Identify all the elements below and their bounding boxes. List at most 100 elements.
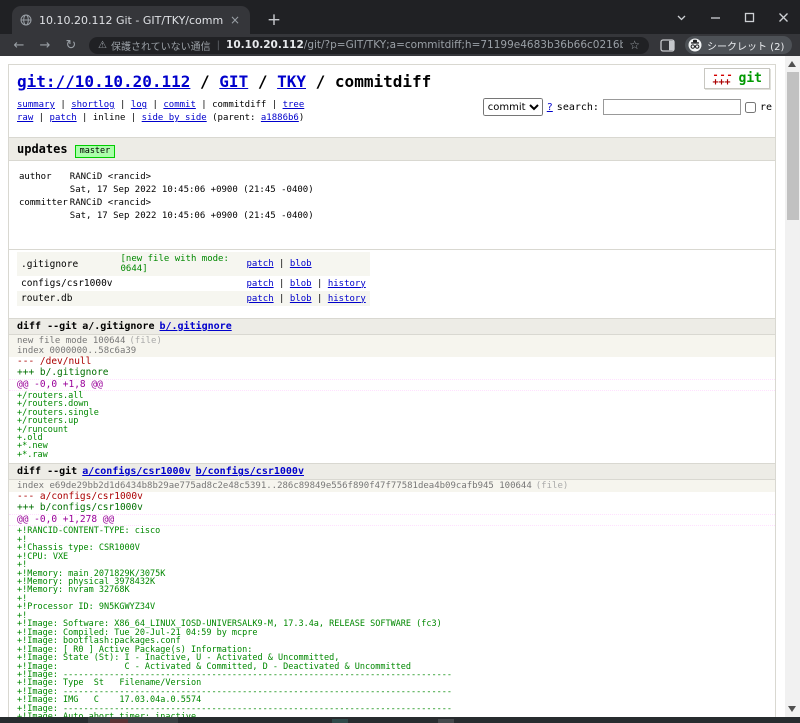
back-icon[interactable]: ← (6, 38, 32, 53)
file-links: patch | blob (243, 252, 370, 276)
diff-tree-table: .gitignore [new file with mode: 0644] pa… (17, 252, 370, 306)
file-name-link[interactable]: .gitignore (17, 252, 117, 276)
link-separator: | (312, 294, 328, 304)
file-history-link[interactable]: history (328, 279, 366, 289)
nav-raw[interactable]: raw (17, 113, 33, 123)
file-name-link[interactable]: router.db (17, 291, 117, 306)
meta-label (19, 185, 68, 196)
search-input[interactable] (603, 99, 741, 115)
new-tab-button[interactable]: + (262, 8, 286, 32)
tab-search-chevron-icon[interactable] (664, 0, 698, 34)
search-help-link[interactable]: ? (547, 101, 553, 114)
scrollbar-up-arrow-icon[interactable] (788, 61, 796, 67)
parent-suffix: ) (299, 113, 304, 123)
file-patch-link[interactable]: patch (247, 294, 274, 304)
bookmark-star-icon[interactable]: ☆ (629, 38, 640, 52)
page-navigation: summary | shortlog | log | commit | comm… (9, 95, 775, 131)
nav-summary[interactable]: summary (17, 100, 55, 110)
file-blob-link[interactable]: blob (290, 279, 312, 289)
gitweb-page: git://10.10.20.112 / GIT / TKY / commitd… (8, 64, 776, 717)
repo-root-link[interactable]: git://10.10.20.112 (17, 72, 190, 91)
address-bar[interactable]: ⚠ 保護されていない通信 | 10.10.20.112 /git/?p=GIT/… (89, 37, 649, 54)
diff-a-path-link[interactable]: a/configs/csr1000v (82, 466, 190, 477)
file-status: [new file with mode: 0644] (117, 252, 243, 276)
search-scope-select[interactable]: commit (483, 98, 543, 116)
branch-badge[interactable]: master (75, 145, 116, 158)
diff-a-path: a/.gitignore (82, 321, 154, 332)
nav-commit[interactable]: commit (163, 100, 196, 110)
tab-close-icon[interactable]: × (228, 13, 242, 27)
file-patch-link[interactable]: patch (247, 279, 274, 289)
window-maximize-button[interactable] (732, 0, 766, 34)
browser-menu-icon[interactable]: ⋮ (796, 38, 800, 53)
incognito-icon (688, 38, 702, 52)
not-secure-warning-icon[interactable]: ⚠ (98, 40, 107, 51)
diff-index-line: index 0000000..58c6a39 (17, 346, 767, 356)
diff-b-path-link[interactable]: b/configs/csr1000v (196, 466, 304, 477)
table-row: configs/csr1000v patch | blob | history (17, 276, 370, 291)
nav-tree[interactable]: tree (283, 100, 305, 110)
nav-separator: | (125, 113, 141, 123)
group-link[interactable]: GIT (219, 72, 248, 91)
file-name-link[interactable]: configs/csr1000v (17, 276, 117, 291)
incognito-badge[interactable]: シークレット (2) (685, 36, 792, 54)
page-action: commitdiff (335, 72, 431, 91)
nav-patch[interactable]: patch (50, 113, 77, 123)
commit-meta-table: authorRANCiD <rancid> Sat, 17 Sep 2022 1… (9, 161, 324, 234)
table-row: .gitignore [new file with mode: 0644] pa… (17, 252, 370, 276)
diff-cmd: diff --git (17, 466, 77, 477)
link-separator: | (312, 279, 328, 289)
diff-to-file: +++ b/configs/csr1000v (9, 503, 775, 514)
project-link[interactable]: TKY (277, 72, 306, 91)
tab-strip: 10.10.20.112 Git - GIT/TKY/comm × + (0, 0, 800, 34)
meta-value: RANCiD <rancid> (70, 198, 314, 209)
commit-title-bar[interactable]: updates master (9, 137, 775, 161)
diff-section-gitignore: diff --gita/.gitignoreb/.gitignore new f… (9, 318, 775, 459)
diff-b-path-link[interactable]: b/.gitignore (159, 321, 231, 332)
scrollbar-down-arrow-icon[interactable] (788, 706, 796, 712)
search-label: search: (557, 101, 599, 114)
git-logo-diff-marks: --- +++ (712, 72, 733, 86)
browser-toolbar: ← → ↻ ⚠ 保護されていない通信 | 10.10.20.112 /git/?… (0, 34, 800, 56)
nav-separator: | (33, 113, 49, 123)
diff-index-text: index e69de29bb2d1d6434b8b29ae775ad8c2e4… (17, 481, 532, 491)
parent-commit-link[interactable]: a1886b6 (261, 113, 299, 123)
file-history-link[interactable]: history (328, 294, 366, 304)
logo-plus-row: +++ (712, 79, 733, 86)
security-label[interactable]: 保護されていない通信 (111, 38, 211, 53)
nav-separator: | (115, 100, 131, 110)
security-separator: | (217, 40, 220, 51)
window-close-button[interactable] (766, 0, 800, 34)
meta-row: Sat, 17 Sep 2022 10:45:06 +0900 (21:45 -… (19, 211, 314, 222)
nav-log[interactable]: log (131, 100, 147, 110)
reload-icon[interactable]: ↻ (58, 38, 84, 53)
window-minimize-button[interactable] (698, 0, 732, 34)
meta-value: Sat, 17 Sep 2022 10:45:06 +0900 (21:45 -… (70, 211, 314, 222)
nav-side-by-side[interactable]: side by side (142, 113, 207, 123)
diff-section-csr1000v: diff --git a/configs/csr1000v b/configs/cs… (9, 463, 775, 717)
taskbar-icon-hint (332, 719, 348, 723)
diff-to-file: +++ b/.gitignore (9, 368, 775, 379)
regex-checkbox[interactable] (745, 102, 756, 113)
file-blob-link[interactable]: blob (290, 259, 312, 269)
file-patch-link[interactable]: patch (247, 259, 274, 269)
nav-shortlog[interactable]: shortlog (71, 100, 114, 110)
forward-icon[interactable]: → (32, 38, 58, 53)
file-blob-link[interactable]: blob (290, 294, 312, 304)
meta-label: committer (19, 198, 68, 209)
breadcrumb-separator: / (248, 72, 277, 91)
favicon-globe-icon (20, 14, 32, 26)
gitweb-logo[interactable]: --- +++ git (704, 68, 770, 89)
browser-tab[interactable]: 10.10.20.112 Git - GIT/TKY/comm × (12, 6, 250, 34)
diff-file-link[interactable]: (file) (536, 481, 569, 491)
vertical-scrollbar[interactable] (785, 56, 800, 717)
scrollbar-thumb[interactable] (787, 72, 799, 220)
taskbar-edge (0, 717, 800, 723)
nav-separator: | (196, 100, 212, 110)
commit-title[interactable]: updates (17, 142, 68, 156)
nav-separator: | (77, 113, 93, 123)
breadcrumb-separator: / (190, 72, 219, 91)
side-panel-icon[interactable] (660, 39, 675, 52)
diff-file-link[interactable]: (file) (129, 336, 162, 346)
diff-from-file: --- /dev/null (9, 357, 775, 368)
